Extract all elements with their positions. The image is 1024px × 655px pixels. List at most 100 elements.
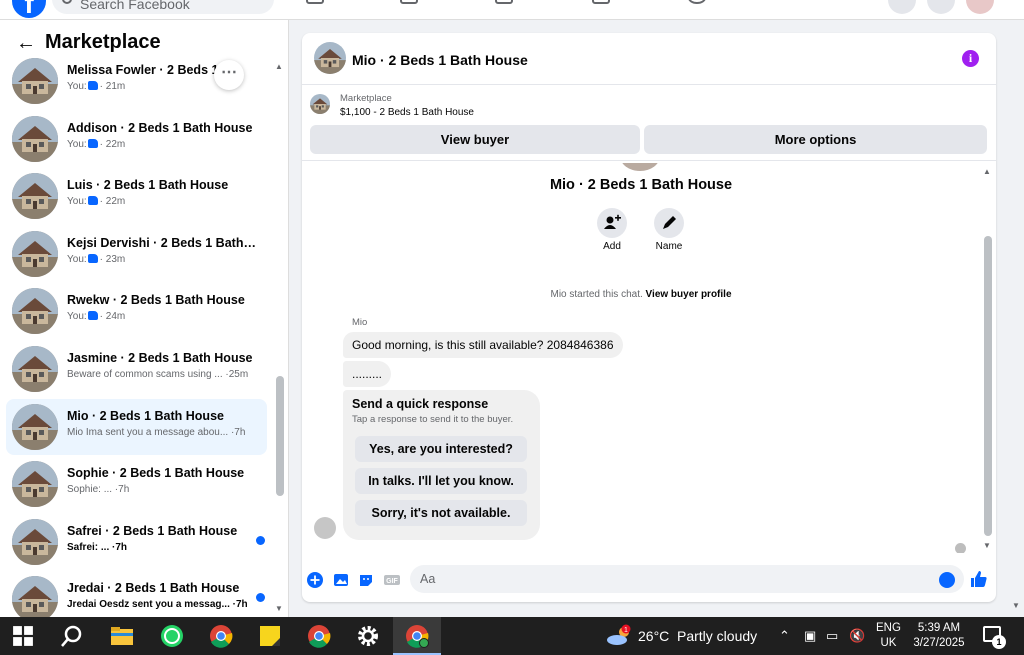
language-indicator[interactable]: ENG UK — [876, 621, 901, 651]
preview-prefix: You: — [67, 196, 87, 207]
conversation-item[interactable]: Rwekw · 2 Beds 1 Bath House You: · 24m — [6, 283, 267, 339]
chat-scroll-up-icon[interactable]: ▲ — [983, 167, 991, 176]
nav-video-icon[interactable] — [495, 0, 513, 4]
listing-thumbnail — [12, 116, 58, 162]
conversation-item[interactable]: Kejsi Dervishi · 2 Beds 1 Bath H... You: ·… — [6, 226, 267, 282]
meet-now-icon[interactable]: ▣ — [804, 628, 816, 644]
windows-taskbar: 1 26°C Partly cloudy ⌃ ▣ ▭ 🔇 ENG UK 5:39… — [0, 617, 1024, 655]
preview-prefix: You: — [67, 81, 87, 92]
conversation-preview: Jredai Oesdz sent you a messag... ·7h — [67, 599, 248, 610]
add-label: Add — [603, 241, 621, 252]
emoji-icon[interactable] — [939, 572, 955, 588]
chat-scroll-down-icon[interactable]: ▼ — [983, 541, 991, 550]
message-bubble-2[interactable]: ......... — [343, 361, 392, 387]
network-icon[interactable]: ▭ — [826, 628, 838, 644]
chat-panel: Mio · 2 Beds 1 Bath House i Marketplace … — [302, 33, 996, 602]
conversation-item[interactable]: Mio · 2 Beds 1 Bath House Mio Ima sent yo… — [6, 399, 267, 455]
nav-marketplace-icon[interactable] — [592, 0, 610, 4]
add-person-icon[interactable] — [597, 208, 627, 238]
unread-dot — [256, 593, 265, 602]
unread-dot — [256, 536, 265, 545]
chevron-up-icon[interactable]: ⌃ — [779, 628, 790, 644]
add-action[interactable]: Add — [592, 208, 632, 252]
conversation-item[interactable]: Jredai · 2 Beds 1 Bath House Jredai Oesdz… — [6, 571, 267, 617]
language-code: ENG — [876, 622, 901, 634]
chrome-icon[interactable] — [307, 624, 331, 648]
conversation-preview: You: · 24m — [67, 311, 257, 322]
name-label: Name — [655, 241, 683, 252]
sticky-notes-icon[interactable] — [258, 624, 282, 648]
gif-icon[interactable]: GIF — [384, 572, 400, 588]
view-buyer-button[interactable]: View buyer — [310, 125, 640, 154]
settings-gear-icon[interactable] — [356, 624, 380, 648]
view-buyer-profile-link[interactable]: View buyer profile — [646, 289, 732, 300]
more-options-button[interactable]: ⋯ — [214, 60, 244, 90]
listing-thumbnail — [12, 346, 58, 392]
sticker-icon[interactable] — [358, 572, 374, 588]
quick-response-not-available[interactable]: Sorry, it's not available. — [355, 500, 527, 526]
like-icon[interactable] — [970, 570, 988, 588]
message-composer: GIF — [302, 563, 996, 599]
listing-thumbnail — [12, 58, 58, 104]
conversation-item[interactable]: Addison · 2 Beds 1 Bath House You: · 22m — [6, 111, 267, 167]
preview-prefix: You: — [67, 254, 87, 265]
conversation-item[interactable]: Safrei · 2 Beds 1 Bath House Safrei: ... … — [6, 514, 267, 570]
file-explorer-icon[interactable] — [110, 624, 134, 648]
conversation-item[interactable]: Luis · 2 Beds 1 Bath House You: · 22m — [6, 168, 267, 224]
seen-indicator — [955, 543, 966, 553]
more-options-button[interactable]: More options — [644, 125, 987, 154]
sidebar-scrollbar[interactable] — [276, 376, 284, 496]
listing-thumbnail — [12, 288, 58, 334]
windows-start-icon[interactable] — [12, 625, 34, 647]
speaker-muted-icon[interactable]: 🔇 — [849, 628, 865, 644]
scroll-up-arrow-icon[interactable]: ▲ — [275, 62, 283, 71]
name-action[interactable]: Name — [649, 208, 689, 252]
conversation-name: Addison · 2 Beds 1 Bath House — [67, 121, 253, 135]
menu-icon[interactable] — [888, 0, 916, 14]
notifications-icon[interactable] — [927, 0, 955, 14]
info-icon[interactable]: i — [962, 50, 979, 67]
listing-price-title[interactable]: $1,100 - 2 Beds 1 Bath House — [340, 107, 474, 118]
listing-thumbnail[interactable] — [310, 94, 330, 114]
profile-avatar[interactable] — [966, 0, 994, 14]
system-clock[interactable]: 5:39 AM 3/27/2025 — [908, 621, 970, 651]
weather-cloud-sun-icon[interactable]: 1 — [606, 624, 634, 648]
sender-name: Mio — [352, 317, 368, 328]
facebook-top-bar: f Search Facebook — [0, 0, 1024, 20]
weather-description[interactable]: Partly cloudy — [677, 628, 757, 644]
search-icon — [62, 0, 72, 4]
thumbs-up-icon — [87, 196, 98, 205]
nav-gaming-icon[interactable] — [688, 0, 706, 4]
chat-listing-thumbnail[interactable] — [314, 42, 346, 74]
nav-friends-icon[interactable] — [400, 0, 418, 4]
quick-response-yes[interactable]: Yes, are you interested? — [355, 436, 527, 462]
back-arrow-icon[interactable]: ← — [16, 33, 36, 53]
preview-prefix: You: — [67, 311, 87, 322]
chat-title[interactable]: Mio · 2 Beds 1 Bath House — [352, 52, 528, 68]
preview-time: 22m — [105, 139, 126, 150]
quick-response-subtitle: Tap a response to send it to the buyer. — [352, 414, 514, 425]
facebook-logo[interactable]: f — [12, 0, 46, 19]
conversation-item[interactable]: Sophie · 2 Beds 1 Bath House Sophie: ... … — [6, 456, 267, 512]
keyboard-layout: UK — [880, 637, 897, 649]
conversation-name: Mio · 2 Beds 1 Bath House — [67, 409, 224, 423]
page-scroll-down-icon[interactable]: ▼ — [1012, 601, 1020, 610]
notification-count-badge: 1 — [992, 635, 1006, 649]
photo-icon[interactable] — [333, 572, 349, 588]
search-facebook[interactable]: Search Facebook — [52, 0, 274, 14]
nav-home-icon[interactable] — [306, 0, 324, 4]
search-icon[interactable] — [60, 624, 84, 648]
chat-scrollbar[interactable] — [984, 236, 992, 536]
chrome-profile-icon[interactable] — [405, 624, 429, 648]
chrome-icon[interactable] — [209, 624, 233, 648]
quick-response-in-talks[interactable]: In talks. I'll let you know. — [355, 468, 527, 494]
message-bubble-1[interactable]: Good morning, is this still available? 2… — [343, 332, 623, 358]
plus-circle-icon[interactable] — [307, 572, 323, 588]
whatsapp-icon[interactable] — [160, 624, 184, 648]
conversation-item[interactable]: Jasmine · 2 Beds 1 Bath House Beware of c… — [6, 341, 267, 397]
message-input[interactable] — [410, 565, 964, 593]
scroll-down-arrow-icon[interactable]: ▼ — [275, 604, 283, 613]
conversation-preview: You: · 23m — [67, 254, 257, 265]
weather-temperature[interactable]: 26°C — [638, 628, 669, 644]
pencil-icon[interactable] — [654, 208, 684, 238]
